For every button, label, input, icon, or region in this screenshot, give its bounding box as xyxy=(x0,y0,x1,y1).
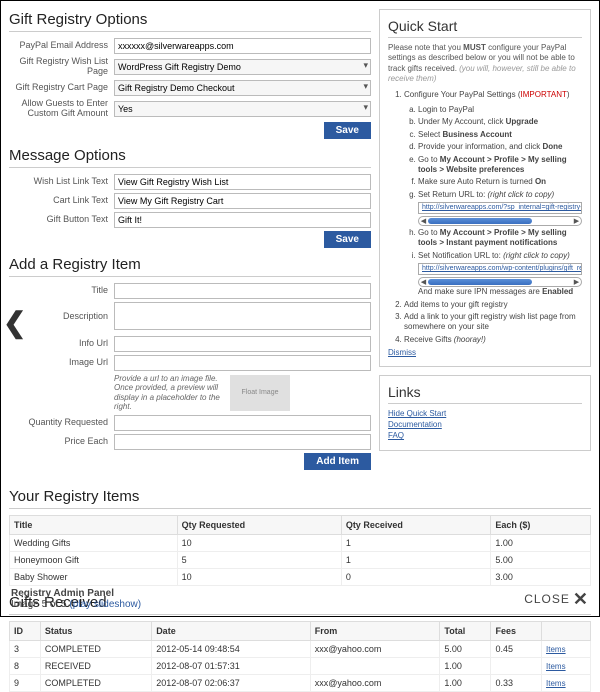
footer-counter: Image 5 of 5 xyxy=(11,599,69,610)
col-items xyxy=(542,621,591,640)
col-total: Total xyxy=(440,621,491,640)
lbl-gift-button-text: Gift Button Text xyxy=(9,215,114,225)
lbl-cart-link-text: Cart Link Text xyxy=(9,196,114,206)
lbl-paypal-email: PayPal Email Address xyxy=(9,41,114,51)
lbl-wishlist-page: Gift Registry Wish List Page xyxy=(9,57,114,77)
section-message-options: Message Options xyxy=(9,147,371,168)
dismiss-link[interactable]: Dismiss xyxy=(388,348,416,357)
documentation-link[interactable]: Documentation xyxy=(388,420,582,429)
image-url-input[interactable] xyxy=(114,355,371,371)
price-each-input[interactable] xyxy=(114,434,371,450)
col-from: From xyxy=(310,621,440,640)
col-each: Each ($) xyxy=(491,515,591,534)
lbl-price-each: Price Each xyxy=(9,437,114,447)
table-row: 3COMPLETED2012-05-14 09:48:54xxx@yahoo.c… xyxy=(10,640,591,657)
item-title-input[interactable] xyxy=(114,283,371,299)
table-row: Wedding Gifts1011.00 xyxy=(10,534,591,551)
lbl-item-title: Title xyxy=(9,286,114,296)
col-qty-received: Qty Received xyxy=(341,515,491,534)
col-date: Date xyxy=(152,621,311,640)
gifts-received-table: ID Status Date From Total Fees 3COMPLETE… xyxy=(9,621,591,692)
item-desc-input[interactable] xyxy=(114,302,371,330)
lbl-wishlist-link-text: Wish List Link Text xyxy=(9,177,114,187)
footer-title: Registry Admin Panel xyxy=(11,588,114,599)
table-row: 8RECEIVED2012-08-07 01:57:311.00Items xyxy=(10,657,591,674)
lbl-cart-page: Gift Registry Cart Page xyxy=(9,83,114,93)
section-add-item: Add a Registry Item xyxy=(9,256,371,277)
image-preview-placeholder: Float Image xyxy=(230,375,290,411)
faq-link[interactable]: FAQ xyxy=(388,431,582,440)
quick-start-box: Quick Start Please note that you MUST co… xyxy=(379,9,591,367)
return-url-scrollbar[interactable]: ◀▶ xyxy=(418,216,582,226)
section-gift-options: Gift Registry Options xyxy=(9,11,371,32)
items-link[interactable]: Items xyxy=(546,662,566,671)
qty-requested-input[interactable] xyxy=(114,415,371,431)
cart-page-select[interactable]: Gift Registry Demo Checkout xyxy=(114,80,371,96)
lbl-qty-requested: Quantity Requested xyxy=(9,418,114,428)
notification-url-field[interactable]: http://silverwareapps.com/wp-content/plu… xyxy=(418,263,582,275)
col-fees: Fees xyxy=(491,621,542,640)
lbl-image-url: Image Url xyxy=(9,358,114,368)
paypal-email-input[interactable] xyxy=(114,38,371,54)
items-link[interactable]: Items xyxy=(546,645,566,654)
links-heading: Links xyxy=(388,384,582,404)
lbl-allow-guests: Allow Guests to Enter Custom Gift Amount xyxy=(9,99,114,119)
image-url-note: Provide a url to an image file. Once pro… xyxy=(114,374,224,412)
scroll-left-icon[interactable]: ◀ xyxy=(419,278,428,287)
save-message-options-button[interactable]: Save xyxy=(324,231,371,248)
notification-url-scrollbar[interactable]: ◀▶ xyxy=(418,277,582,287)
close-icon: ✕ xyxy=(573,589,589,610)
registry-items-table: Title Qty Requested Qty Received Each ($… xyxy=(9,515,591,586)
close-button[interactable]: CLOSE✕ xyxy=(524,589,589,610)
allow-guests-select[interactable]: Yes xyxy=(114,101,371,117)
save-gift-options-button[interactable]: Save xyxy=(324,122,371,139)
links-box: Links Hide Quick Start Documentation FAQ xyxy=(379,375,591,451)
wishlist-link-text-input[interactable] xyxy=(114,174,371,190)
wishlist-page-select[interactable]: WordPress Gift Registry Demo xyxy=(114,59,371,75)
play-slideshow-link[interactable]: (play slideshow) xyxy=(69,599,141,610)
scroll-left-icon[interactable]: ◀ xyxy=(419,217,428,226)
gift-button-text-input[interactable] xyxy=(114,212,371,228)
quick-start-heading: Quick Start xyxy=(388,18,582,38)
col-status: Status xyxy=(40,621,151,640)
lbl-info-url: Info Url xyxy=(9,339,114,349)
hide-quick-start-link[interactable]: Hide Quick Start xyxy=(388,409,582,418)
scroll-right-icon[interactable]: ▶ xyxy=(572,278,581,287)
table-row: Honeymoon Gift515.00 xyxy=(10,551,591,568)
table-row: 9COMPLETED2012-08-07 02:06:37xxx@yahoo.c… xyxy=(10,674,591,691)
scroll-right-icon[interactable]: ▶ xyxy=(572,217,581,226)
info-url-input[interactable] xyxy=(114,336,371,352)
return-url-field[interactable]: http://silverwareapps.com/?sp_internal=g… xyxy=(418,202,582,214)
add-item-button[interactable]: Add Item xyxy=(304,453,371,470)
col-id: ID xyxy=(10,621,41,640)
items-link[interactable]: Items xyxy=(546,679,566,688)
prev-image-chevron-icon[interactable]: ❮ xyxy=(3,306,26,339)
section-your-items: Your Registry Items xyxy=(9,488,591,509)
col-title: Title xyxy=(10,515,178,534)
cart-link-text-input[interactable] xyxy=(114,193,371,209)
col-qty-requested: Qty Requested xyxy=(177,515,341,534)
quick-start-intro: Please note that you MUST configure your… xyxy=(388,43,582,85)
